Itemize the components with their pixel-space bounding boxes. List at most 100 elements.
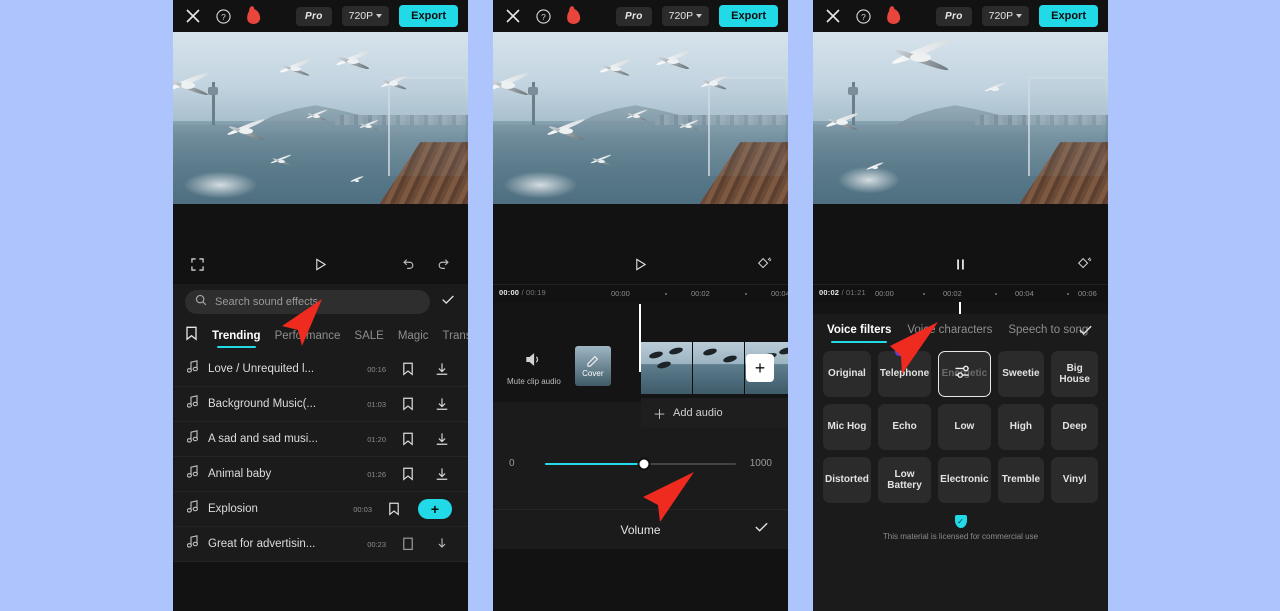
- clip-thumbnail[interactable]: [693, 342, 745, 394]
- cover-label: Cover: [582, 369, 604, 378]
- ruler-dot: [745, 293, 747, 295]
- undo-icon[interactable]: [398, 254, 418, 274]
- pro-badge[interactable]: Pro: [936, 6, 972, 26]
- expand-icon[interactable]: [187, 254, 207, 274]
- download-icon[interactable]: [430, 467, 454, 481]
- ruler-tick: 00:00: [875, 289, 894, 298]
- video-preview-3[interactable]: [813, 32, 1108, 204]
- filter-energetic[interactable]: Energetic: [938, 351, 991, 397]
- keyframe-icon[interactable]: [754, 254, 774, 274]
- tab-transition[interactable]: Transition: [443, 330, 468, 348]
- add-audio-button[interactable]: ＋ Add audio: [641, 398, 788, 428]
- download-icon[interactable]: [430, 537, 454, 551]
- volume-slider-knob[interactable]: [637, 457, 651, 470]
- play-icon[interactable]: [631, 254, 651, 274]
- close-x-icon[interactable]: [823, 6, 843, 26]
- tab-voice-filters[interactable]: Voice filters: [827, 324, 891, 343]
- filter-echo[interactable]: Echo: [877, 404, 932, 450]
- bookmark-icon[interactable]: [185, 326, 198, 352]
- bookmark-icon[interactable]: [382, 502, 406, 516]
- chevron-down-icon: [1016, 14, 1023, 18]
- flame-icon[interactable]: [563, 6, 583, 26]
- mute-clip-label: Mute clip audio: [507, 377, 561, 386]
- search-input[interactable]: Search sound effects: [185, 290, 430, 314]
- music-note-icon: [186, 395, 198, 413]
- export-button[interactable]: Export: [1039, 5, 1098, 27]
- plus-icon: ＋: [653, 406, 667, 422]
- pro-badge[interactable]: Pro: [296, 6, 332, 26]
- filter-distorted[interactable]: Distorted: [823, 457, 871, 503]
- question-mark-icon[interactable]: ?: [533, 6, 553, 26]
- add-sound-button[interactable]: +: [418, 499, 452, 519]
- bookmark-icon[interactable]: [396, 362, 420, 376]
- volume-slider[interactable]: [545, 457, 736, 470]
- video-preview-2[interactable]: [493, 32, 788, 204]
- download-icon[interactable]: [430, 397, 454, 411]
- filter-low[interactable]: Low: [938, 404, 991, 450]
- resolution-selector[interactable]: 720P: [341, 6, 390, 26]
- tab-magic[interactable]: Magic: [398, 330, 429, 348]
- question-mark-icon[interactable]: ?: [853, 6, 873, 26]
- list-item[interactable]: Explosion 00:03 +: [173, 492, 468, 527]
- timeline-ruler-2[interactable]: 00:00 / 00:19 00:00 00:02 00:04: [493, 284, 788, 302]
- download-icon[interactable]: [430, 362, 454, 376]
- bookmark-icon[interactable]: [396, 432, 420, 446]
- filter-tremble[interactable]: Tremble: [997, 457, 1045, 503]
- close-x-icon[interactable]: [503, 6, 523, 26]
- tab-trending[interactable]: Trending: [212, 330, 261, 348]
- clip-thumbnail[interactable]: [641, 342, 693, 394]
- volume-max-label: 1000: [749, 458, 772, 469]
- sound-search-row: Search sound effects: [173, 284, 468, 322]
- filter-low-battery[interactable]: Low Battery: [877, 457, 932, 503]
- bookmark-icon[interactable]: [396, 537, 420, 551]
- keyframe-icon[interactable]: [1074, 254, 1094, 274]
- voice-filter-confirm-check-icon[interactable]: [1077, 322, 1094, 344]
- playhead[interactable]: [959, 302, 961, 314]
- resolution-selector[interactable]: 720P: [661, 6, 710, 26]
- list-item[interactable]: Love / Unrequited l... 00:16: [173, 352, 468, 387]
- tab-voice-characters[interactable]: Voice characters: [907, 324, 992, 343]
- close-x-icon[interactable]: [183, 6, 203, 26]
- pro-badge[interactable]: Pro: [616, 6, 652, 26]
- redo-icon[interactable]: [434, 254, 454, 274]
- timeline-ruler-3[interactable]: 00:02 / 01:21 00:00 00:02 00:04 00:06: [813, 284, 1108, 302]
- play-icon[interactable]: [311, 254, 331, 274]
- resolution-selector[interactable]: 720P: [981, 6, 1030, 26]
- filter-high[interactable]: High: [997, 404, 1045, 450]
- filter-big-house[interactable]: Big House: [1051, 351, 1098, 397]
- export-button[interactable]: Export: [399, 5, 458, 27]
- mute-clip-audio-button[interactable]: Mute clip audio: [507, 352, 561, 386]
- search-confirm-check-icon[interactable]: [440, 292, 456, 313]
- list-item[interactable]: Great for advertisin... 00:23: [173, 527, 468, 562]
- list-item[interactable]: A sad and sad musi... 01:20: [173, 422, 468, 457]
- bookmark-icon[interactable]: [396, 397, 420, 411]
- filter-original[interactable]: Original: [823, 351, 871, 397]
- tab-sale[interactable]: SALE: [354, 330, 383, 348]
- add-clip-button[interactable]: +: [746, 354, 774, 382]
- filter-mic-hog[interactable]: Mic Hog: [823, 404, 871, 450]
- filter-telephone[interactable]: Pro Telephone: [877, 345, 932, 397]
- pause-icon[interactable]: [951, 254, 971, 274]
- flame-icon[interactable]: [243, 6, 263, 26]
- bookmark-icon[interactable]: [396, 467, 420, 481]
- filter-vinyl[interactable]: Vinyl: [1051, 457, 1098, 503]
- list-item[interactable]: Background Music(... 01:03: [173, 387, 468, 422]
- timeline-strip-3[interactable]: [813, 302, 1108, 314]
- volume-confirm-check-icon[interactable]: [753, 519, 770, 541]
- download-icon[interactable]: [430, 432, 454, 446]
- question-mark-icon[interactable]: ?: [213, 6, 233, 26]
- list-item[interactable]: Animal baby 01:26: [173, 457, 468, 492]
- video-preview-1[interactable]: [173, 32, 468, 204]
- timeline-track-area-2[interactable]: Mute clip audio Cover + ＋ Add audio: [493, 302, 788, 428]
- settings-sliders-icon[interactable]: [954, 364, 975, 385]
- flame-icon[interactable]: [883, 6, 903, 26]
- playback-controls-1: [173, 244, 468, 284]
- ruler-tick: 00:06: [1078, 289, 1097, 298]
- filter-deep[interactable]: Deep: [1051, 404, 1098, 450]
- export-button[interactable]: Export: [719, 5, 778, 27]
- filter-electronic[interactable]: Electronic: [938, 457, 991, 503]
- filter-sweetie[interactable]: Sweetie: [997, 351, 1045, 397]
- tab-performance[interactable]: Performance: [275, 330, 341, 348]
- top-bar-1: ? Pro 720P Export: [173, 0, 468, 32]
- cover-button[interactable]: Cover: [574, 346, 611, 386]
